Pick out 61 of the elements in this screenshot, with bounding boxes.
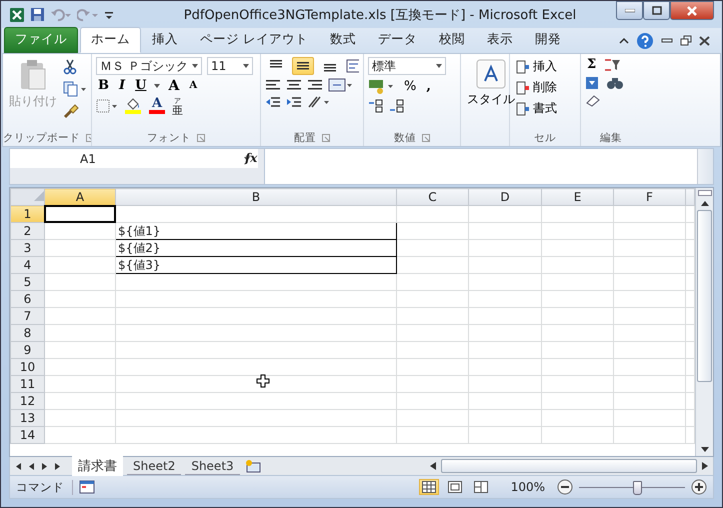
row-header[interactable]: 6 [10,290,44,308]
ribbon-tab[interactable]: ファイル [4,27,78,53]
row-header[interactable]: 9 [10,342,44,358]
column-header[interactable]: E [542,188,614,206]
cells-button[interactable]: 挿入 [514,57,576,76]
comma-button[interactable]: , [424,79,433,95]
grow-font-button[interactable]: A [166,78,182,94]
row-header[interactable]: 11 [10,376,44,392]
group-label: フォント [147,130,191,144]
row-header[interactable]: 7 [10,308,44,324]
row-header[interactable]: 8 [10,324,44,342]
column-header[interactable]: C [396,188,468,206]
row-header[interactable]: 12 [10,392,44,410]
insert-function-button[interactable]: fx [245,151,258,165]
window-title: PdfOpenOffice3NGTemplate.xls [互換モード] - Microsoft Excel [182,6,578,24]
ribbon-tab[interactable]: ページ レイアウト [189,27,319,53]
font-name-dropdown[interactable]: ＭＳ Ｐゴシック [96,57,202,75]
group-label: 数値 [394,130,416,144]
row-header[interactable]: 1 [10,206,44,222]
sheet-tab[interactable]: Sheet3 [185,458,240,474]
ribbon-tab[interactable]: 表示 [476,27,524,53]
row-header[interactable]: 2 [10,222,44,240]
ribbon-tab[interactable]: 挿入 [141,27,189,53]
column-header[interactable]: D [468,188,542,206]
cells-button[interactable]: 書式 [514,99,576,118]
group-label: 配置 [294,130,316,144]
column-header[interactable]: A [44,188,116,206]
autosum-button[interactable]: Σ [585,57,598,73]
percent-button[interactable]: % [402,79,418,95]
font-color-button[interactable]: A [148,98,166,114]
sheet-tab[interactable]: Sheet2 [127,458,182,474]
table-cell-text: ${値2} [117,241,161,255]
ribbon-tab[interactable]: 数式 [318,27,367,53]
ribbon-tab[interactable]: データ [366,27,428,53]
italic-button[interactable]: I [117,78,128,94]
group-label: クリップボード [3,130,80,144]
font-size-dropdown[interactable]: 11 [207,57,253,75]
row-header[interactable]: 4 [10,256,44,274]
cells-button[interactable]: 削除 [514,78,576,97]
ribbon-tab[interactable]: 開発 [524,27,572,53]
column-header[interactable]: F [614,188,686,206]
ribbon-tab[interactable]: ホーム [80,27,141,53]
row-header[interactable]: 3 [10,240,44,256]
sheet-tab[interactable]: 請求書 [72,456,123,476]
underline-button[interactable]: U [133,78,148,94]
row-header[interactable]: 10 [10,358,44,376]
bold-button[interactable]: B [96,78,111,94]
table-cell-text: ${値3} [117,258,161,272]
styles-button[interactable]: スタイル [465,57,517,129]
number-format-dropdown[interactable]: 標準 [368,57,446,75]
zoom-level[interactable]: 100% [496,480,551,494]
column-header[interactable]: B [116,188,396,206]
row-header[interactable]: 13 [10,410,44,426]
row-header[interactable]: 14 [10,426,44,444]
shrink-font-button[interactable]: A [187,78,200,94]
group-label: セル [534,130,556,144]
status-mode: コマンド [16,480,73,494]
ribbon-tab[interactable]: 校閲 [428,27,476,53]
table-cell-text: ${値1} [117,224,161,238]
row-header[interactable]: 5 [10,274,44,290]
group-label: 編集 [600,130,622,144]
